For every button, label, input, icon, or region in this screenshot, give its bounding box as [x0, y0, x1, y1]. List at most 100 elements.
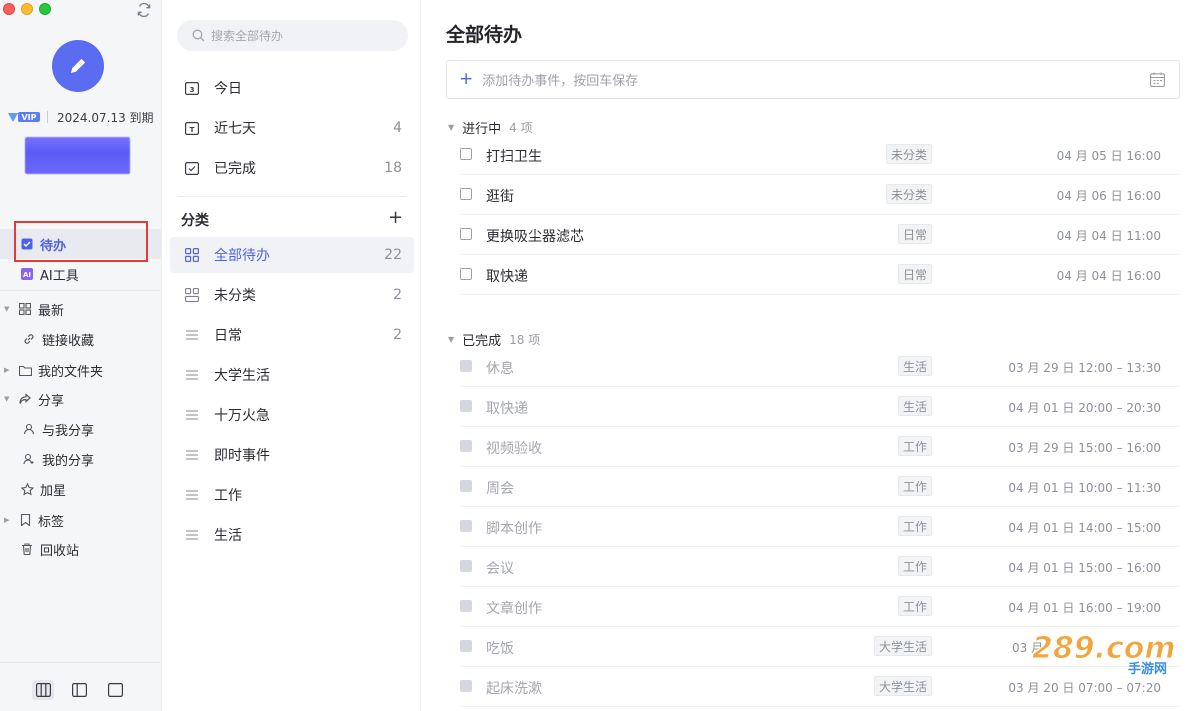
chevron-right-icon[interactable]: ▶: [4, 366, 9, 374]
section-count: 4 项: [509, 121, 533, 135]
bookmark-icon: [18, 513, 32, 527]
list-icon: [184, 527, 200, 543]
task-checkbox-checked[interactable]: [460, 640, 472, 652]
category-item-work[interactable]: 工作: [170, 477, 414, 513]
task-tag[interactable]: 生活: [898, 396, 933, 416]
sidebar-item-shared-with-me[interactable]: 与我分享: [0, 414, 161, 444]
task-tag[interactable]: 大学生活: [874, 636, 933, 656]
task-checkbox[interactable]: [460, 228, 472, 240]
task-checkbox-checked[interactable]: [460, 680, 472, 692]
category-item-label: 十万火急: [214, 408, 270, 424]
task-tag[interactable]: 日常: [898, 264, 933, 284]
category-item-instant-events[interactable]: 即时事件: [170, 437, 414, 473]
avatar[interactable]: [52, 40, 104, 92]
task-checkbox-checked[interactable]: [460, 360, 472, 372]
task-checkbox[interactable]: [460, 148, 472, 160]
plus-icon: +: [459, 69, 474, 89]
task-row[interactable]: 周会 工作 04 月 01 日 10:00 – 11:30: [460, 467, 1180, 507]
close-window-button[interactable]: [3, 3, 15, 15]
three-column-layout-icon[interactable]: [32, 680, 54, 700]
sidebar-item-ai-tools[interactable]: AI AI工具: [0, 259, 161, 289]
category-item-daily[interactable]: 日常 2: [170, 317, 414, 353]
two-column-layout-icon[interactable]: [68, 680, 90, 700]
task-checkbox[interactable]: [460, 188, 472, 200]
list-icon: [184, 327, 200, 343]
task-time: 03 月 29 日 12:00 – 13:30: [1008, 361, 1161, 375]
watermark-logo: 289.com 手游网: [1032, 631, 1177, 677]
task-checkbox-checked[interactable]: [460, 400, 472, 412]
sidebar-item-my-shares[interactable]: 我的分享: [0, 444, 161, 474]
task-row[interactable]: 休息 生活 03 月 29 日 12:00 – 13:30: [460, 347, 1180, 387]
list-item-completed[interactable]: 已完成 18: [170, 150, 414, 186]
category-item-college-life[interactable]: 大学生活: [170, 357, 414, 393]
task-checkbox[interactable]: [460, 268, 472, 280]
task-time: 04 月 06 日 16:00: [1056, 189, 1161, 203]
task-checkbox-checked[interactable]: [460, 560, 472, 572]
category-item-count: 2: [393, 287, 402, 303]
task-row[interactable]: 打扫卫生 未分类 04 月 05 日 16:00: [460, 135, 1180, 175]
sidebar-item-trash[interactable]: 回收站: [0, 534, 161, 564]
task-tag[interactable]: 未分类: [886, 184, 933, 204]
sidebar-item-label: 我的文件夹: [38, 364, 104, 380]
task-row[interactable]: 更换吸尘器滤芯 日常 04 月 04 日 11:00: [460, 215, 1180, 255]
task-checkbox-checked[interactable]: [460, 600, 472, 612]
task-checkbox-checked[interactable]: [460, 520, 472, 532]
calendar-icon[interactable]: [1150, 72, 1165, 91]
category-item-urgent[interactable]: 十万火急: [170, 397, 414, 433]
task-time: 04 月 01 日 10:00 – 11:30: [1008, 481, 1161, 495]
sidebar-item-share[interactable]: ▼ 分享: [0, 384, 161, 414]
category-item-uncategorized[interactable]: 未分类 2: [170, 277, 414, 313]
task-row[interactable]: 取快递 日常 04 月 04 日 16:00: [460, 255, 1180, 295]
section-count: 18 项: [509, 333, 541, 347]
add-todo-input[interactable]: + 添加待办事件，按回车保存: [446, 60, 1180, 99]
task-name: 逛街: [486, 189, 514, 205]
task-row[interactable]: 逛街 未分类 04 月 06 日 16:00: [460, 175, 1180, 215]
uncategorized-icon: [184, 287, 200, 303]
list-item-today[interactable]: 3 今日: [170, 70, 414, 106]
sync-icon[interactable]: [136, 2, 152, 18]
task-tag[interactable]: 日常: [898, 224, 933, 244]
task-tag[interactable]: 生活: [898, 356, 933, 376]
sidebar-item-link-collection[interactable]: 链接收藏: [0, 324, 161, 354]
task-row[interactable]: 取快递 生活 04 月 01 日 20:00 – 20:30: [460, 387, 1180, 427]
add-category-button[interactable]: +: [388, 208, 403, 228]
category-item-all-todos[interactable]: 全部待办 22: [170, 237, 414, 273]
todo-list-panel: 搜索全部待办 3 今日 T 近七天 4 已完成 18 分类 + 全部待办 22 …: [162, 0, 421, 711]
search-input[interactable]: 搜索全部待办: [177, 20, 408, 51]
sidebar-item-my-folders[interactable]: ▶ 我的文件夹: [0, 355, 161, 385]
task-row[interactable]: 视频验收 工作 03 月 29 日 15:00 – 16:00: [460, 427, 1180, 467]
task-tag[interactable]: 工作: [898, 596, 933, 616]
task-tag[interactable]: 未分类: [886, 144, 933, 164]
task-tag[interactable]: 工作: [898, 476, 933, 496]
chevron-down-icon[interactable]: ▼: [4, 395, 9, 403]
pencil-icon: [71, 58, 86, 73]
task-checkbox-checked[interactable]: [460, 480, 472, 492]
minimize-window-button[interactable]: [21, 3, 33, 15]
task-tag[interactable]: 工作: [898, 516, 933, 536]
task-checkbox-checked[interactable]: [460, 440, 472, 452]
category-item-life[interactable]: 生活: [170, 517, 414, 553]
single-column-layout-icon[interactable]: [104, 680, 126, 700]
chevron-down-icon[interactable]: ▼: [448, 123, 454, 132]
chevron-down-icon[interactable]: ▼: [4, 305, 9, 313]
chevron-right-icon[interactable]: ▶: [4, 516, 9, 524]
divider: [0, 662, 161, 663]
task-row[interactable]: 脚本创作 工作 04 月 01 日 14:00 – 15:00: [460, 507, 1180, 547]
task-time: 03 月 29 日 15:00 – 16:00: [1008, 441, 1161, 455]
task-tag[interactable]: 大学生活: [874, 676, 933, 696]
list-item-next-seven-days[interactable]: T 近七天 4: [170, 110, 414, 146]
category-item-label: 日常: [214, 328, 242, 344]
sidebar-item-tags[interactable]: ▶ 标签: [0, 505, 161, 535]
sidebar-item-latest[interactable]: ▼ 最新: [0, 294, 161, 324]
svg-text:3: 3: [190, 86, 195, 94]
sidebar-item-starred[interactable]: 加星: [0, 474, 161, 504]
zoom-window-button[interactable]: [39, 3, 51, 15]
task-tag[interactable]: 工作: [898, 556, 933, 576]
task-tag[interactable]: 工作: [898, 436, 933, 456]
list-item-label: 今日: [214, 81, 242, 97]
vip-badge-icon: VIP: [8, 112, 40, 122]
task-row[interactable]: 会议 工作 04 月 01 日 15:00 – 16:00: [460, 547, 1180, 587]
task-row[interactable]: 文章创作 工作 04 月 01 日 16:00 – 19:00: [460, 587, 1180, 627]
chevron-down-icon[interactable]: ▼: [448, 335, 454, 344]
category-title: 分类: [181, 213, 209, 229]
